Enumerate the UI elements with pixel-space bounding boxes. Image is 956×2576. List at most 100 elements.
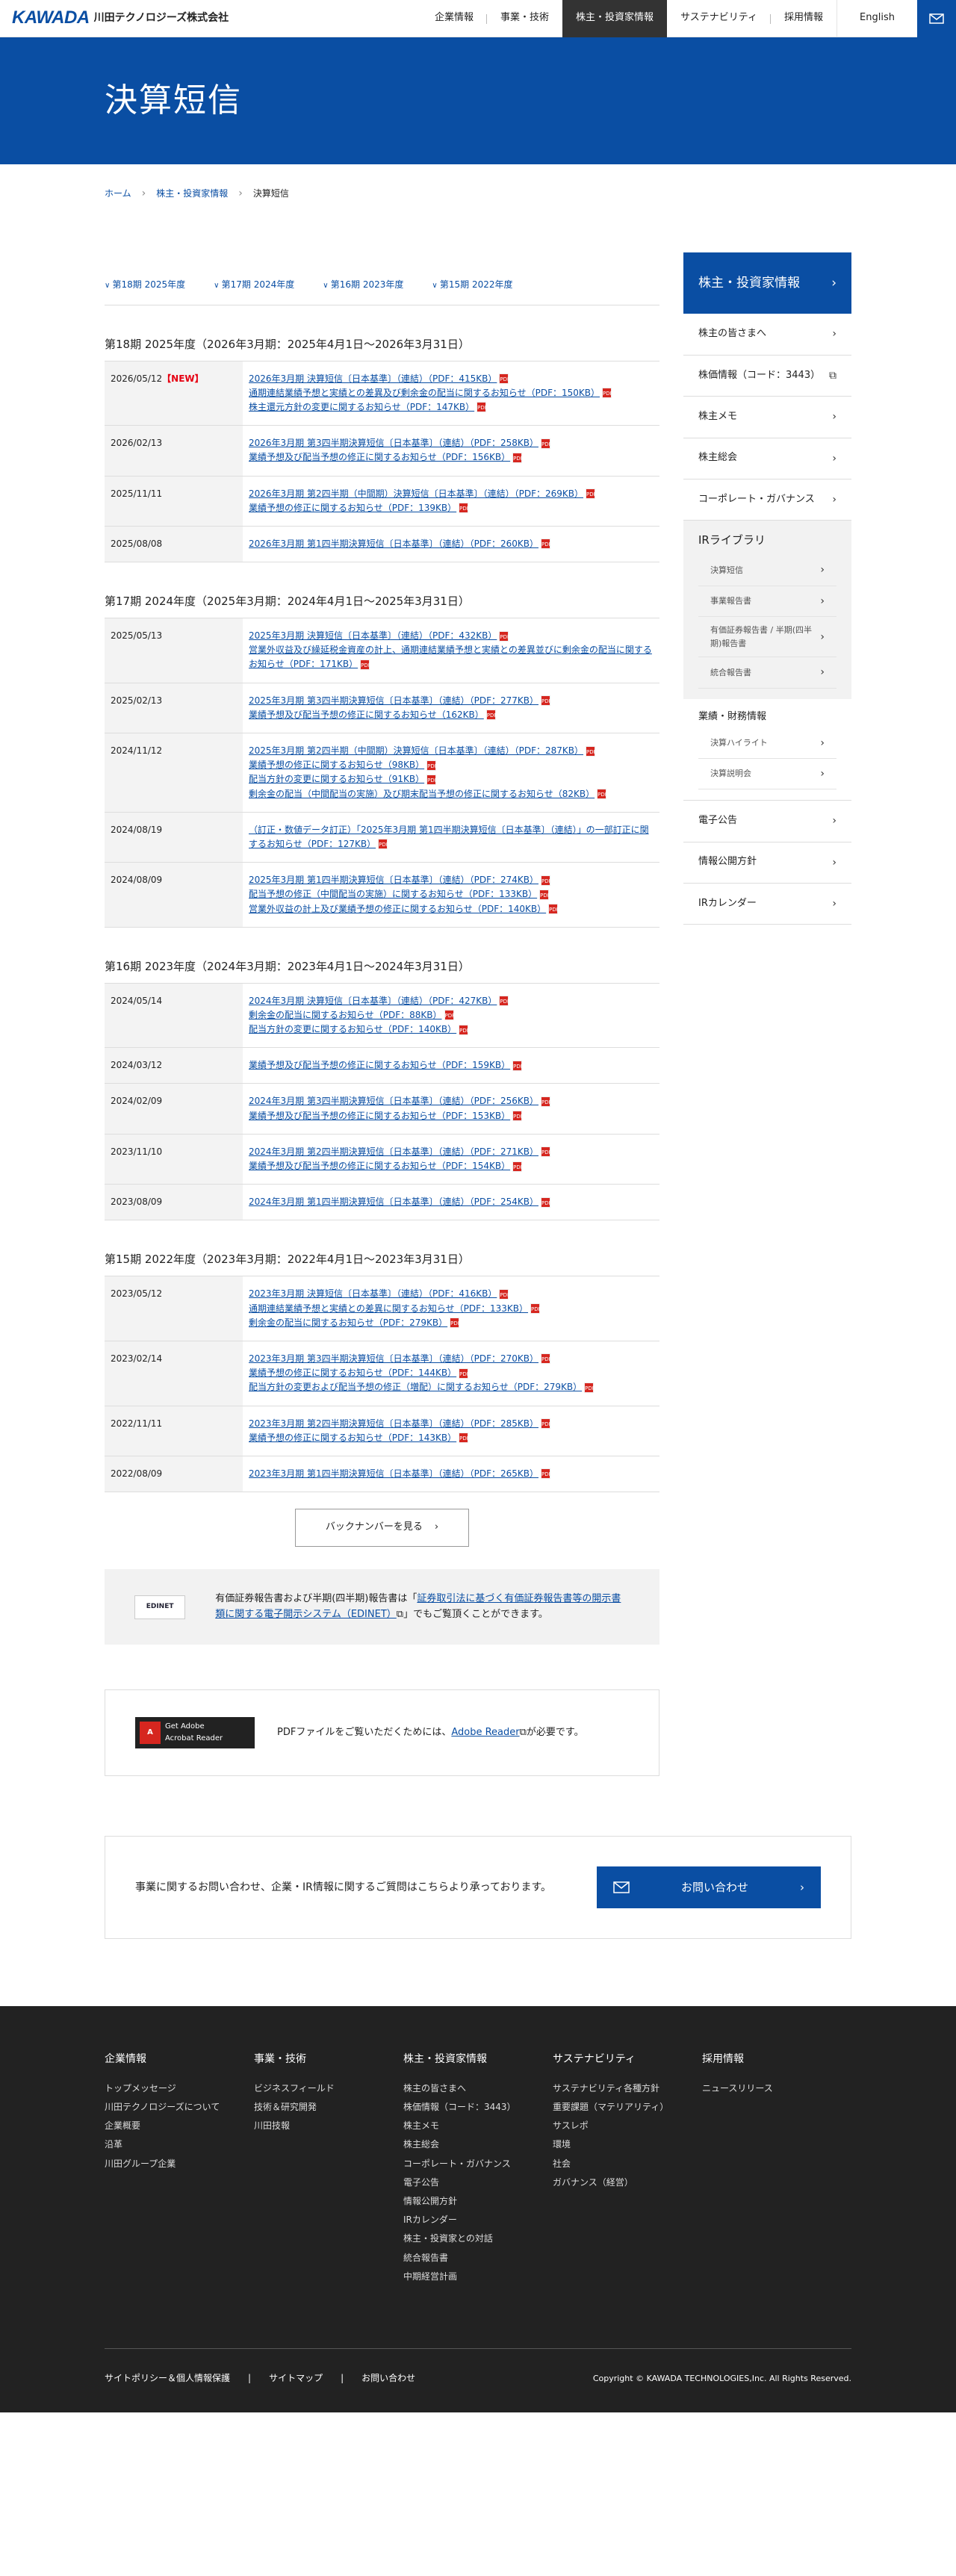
pdf-doc-link[interactable]: 剰余金の配当に関するお知らせ（PDF：88KB）: [249, 1010, 442, 1020]
footer-site-policy[interactable]: サイトポリシー＆個人情報保護: [105, 2371, 230, 2386]
pdf-doc-link[interactable]: 業績予想の修正に関するお知らせ（PDF：139KB）: [249, 503, 456, 513]
pdf-doc-link[interactable]: 業績予想及び配当予想の修正に関するお知らせ（PDF：159KB）: [249, 1060, 510, 1070]
pdf-doc-link[interactable]: 配当方針の変更に関するお知らせ（PDF：140KB）: [249, 1024, 456, 1034]
footer-link[interactable]: 川田テクノロジーズについて: [105, 2100, 254, 2114]
tab-fy17[interactable]: 第17期 2024年度: [214, 278, 295, 292]
pdf-doc-link[interactable]: 配当方針の変更および配当予想の修正（増配）に関するお知らせ（PDF：279KB）: [249, 1382, 582, 1392]
footer-link[interactable]: サステナビリティ各種方針: [553, 2082, 702, 2096]
pdf-doc-link[interactable]: 2026年3月期 第2四半期（中間期）決算短信〔日本基準〕（連結）（PDF：26…: [249, 488, 583, 499]
sidebar-item[interactable]: IRカレンダー ›: [683, 884, 851, 925]
footer-link[interactable]: 重要課題（マテリアリティ）: [553, 2100, 702, 2114]
footer-link[interactable]: 株主総会: [403, 2138, 553, 2152]
pdf-doc-link[interactable]: 業績予想及び配当予想の修正に関するお知らせ（PDF：156KB）: [249, 452, 510, 462]
pdf-doc-link[interactable]: 2025年3月期 決算短信〔日本基準〕（連結）（PDF：432KB）: [249, 630, 497, 641]
pdf-doc-link[interactable]: 2023年3月期 第3四半期決算短信〔日本基準〕（連結）（PDF：270KB）: [249, 1353, 538, 1364]
nav-recruit[interactable]: 採用情報: [771, 0, 836, 37]
footer-link[interactable]: サスレポ: [553, 2119, 702, 2133]
pdf-doc-link[interactable]: 営業外収益及び繰延税金資産の計上、通期連結業績予想と実績との差異並びに剰余金の配…: [249, 645, 652, 669]
pdf-doc-link[interactable]: 配当予想の修正（中間配当の実施）に関するお知らせ（PDF：133KB）: [249, 889, 537, 899]
pdf-doc-link[interactable]: 2026年3月期 決算短信〔日本基準〕（連結）（PDF：415KB）: [249, 373, 497, 384]
footer-link[interactable]: 技術＆研究開発: [254, 2100, 403, 2114]
footer-link[interactable]: ニュースリリース: [702, 2082, 851, 2096]
pdf-doc-link[interactable]: 2023年3月期 第1四半期決算短信〔日本基準〕（連結）（PDF：265KB）: [249, 1468, 538, 1479]
sidebar-item[interactable]: 有価証券報告書 / 半期(四半期)報告書 ›: [698, 617, 836, 658]
footer-link[interactable]: 社会: [553, 2157, 702, 2171]
pdf-doc-link[interactable]: 通期連結業績予想と実績との差異及び剰余金の配当に関するお知らせ（PDF：150K…: [249, 388, 600, 398]
sidebar-item[interactable]: 株主総会 ›: [683, 438, 851, 479]
pdf-doc-link[interactable]: 2025年3月期 第1四半期決算短信〔日本基準〕（連結）（PDF：274KB）: [249, 875, 538, 885]
footer-link[interactable]: IRカレンダー: [403, 2213, 553, 2227]
sidebar-item[interactable]: 電子公告 ›: [683, 801, 851, 842]
breadcrumb-ir[interactable]: 株主・投資家情報: [156, 187, 228, 201]
footer-link[interactable]: 株価情報（コード：3443）: [403, 2100, 553, 2114]
nav-corporate[interactable]: 企業情報: [421, 0, 488, 37]
pdf-doc-link[interactable]: 業績予想及び配当予想の修正に関するお知らせ（PDF：154KB）: [249, 1161, 510, 1171]
footer-link[interactable]: コーポレート・ガバナンス: [403, 2157, 553, 2171]
pdf-doc-link[interactable]: 2023年3月期 第2四半期決算短信〔日本基準〕（連結）（PDF：285KB）: [249, 1418, 538, 1429]
sidebar-item[interactable]: 株主メモ ›: [683, 397, 851, 438]
footer-column-title[interactable]: 事業・技術: [254, 2051, 403, 2067]
footer-column-title[interactable]: 採用情報: [702, 2051, 851, 2067]
sidebar-head[interactable]: 株主・投資家情報 ›: [683, 252, 851, 314]
footer-link[interactable]: ガバナンス（経営）: [553, 2176, 702, 2190]
site-logo[interactable]: KAWADA 川田テクノロジーズ株式会社: [12, 4, 229, 32]
pdf-doc-link[interactable]: 2026年3月期 第1四半期決算短信〔日本基準〕（連結）（PDF：260KB）: [249, 539, 538, 549]
pdf-doc-link[interactable]: 2026年3月期 第3四半期決算短信〔日本基準〕（連結）（PDF：258KB）: [249, 438, 538, 448]
pdf-doc-link[interactable]: 2024年3月期 第2四半期決算短信〔日本基準〕（連結）（PDF：271KB）: [249, 1146, 538, 1157]
pdf-doc-link[interactable]: 営業外収益の計上及び業績予想の修正に関するお知らせ（PDF：140KB）: [249, 904, 546, 914]
footer-link[interactable]: 沿革: [105, 2138, 254, 2152]
sidebar-item[interactable]: 株主の皆さまへ ›: [683, 314, 851, 356]
footer-contact[interactable]: お問い合わせ: [361, 2371, 415, 2386]
pdf-doc-link[interactable]: 株主還元方針の変更に関するお知らせ（PDF：147KB）: [249, 402, 474, 412]
sidebar-item[interactable]: 決算短信 ›: [698, 555, 836, 586]
sidebar-item[interactable]: 決算説明会 ›: [698, 759, 836, 790]
footer-link[interactable]: 川田技報: [254, 2119, 403, 2133]
sidebar-item[interactable]: 事業報告書 ›: [698, 586, 836, 618]
pdf-doc-link[interactable]: 2024年3月期 第3四半期決算短信〔日本基準〕（連結）（PDF：256KB）: [249, 1096, 538, 1106]
acrobat-badge[interactable]: A Get Adobe Acrobat Reader: [135, 1717, 255, 1749]
footer-link[interactable]: 中期経営計画: [403, 2270, 553, 2284]
pdf-doc-link[interactable]: 通期連結業績予想と実績との差異に関するお知らせ（PDF：133KB）: [249, 1303, 528, 1314]
pdf-doc-link[interactable]: 配当方針の変更に関するお知らせ（91KB）: [249, 774, 424, 784]
mail-button[interactable]: [917, 0, 956, 37]
pdf-doc-link[interactable]: （訂正・数値データ訂正）「2025年3月期 第1四半期決算短信〔日本基準〕（連結…: [249, 825, 649, 849]
footer-link[interactable]: 企業概要: [105, 2119, 254, 2133]
footer-link[interactable]: 株主の皆さまへ: [403, 2082, 553, 2096]
footer-column-title[interactable]: 企業情報: [105, 2051, 254, 2067]
footer-link[interactable]: 株主メモ: [403, 2119, 553, 2133]
pdf-doc-link[interactable]: 業績予想及び配当予想の修正に関するお知らせ（PDF：153KB）: [249, 1111, 510, 1121]
footer-link[interactable]: ビジネスフィールド: [254, 2082, 403, 2096]
footer-column-title[interactable]: サステナビリティ: [553, 2051, 702, 2067]
contact-button[interactable]: お問い合わせ ›: [597, 1866, 821, 1909]
pdf-doc-link[interactable]: 剰余金の配当に関するお知らせ（PDF：279KB）: [249, 1318, 447, 1328]
footer-sitemap[interactable]: サイトマップ: [269, 2371, 323, 2386]
breadcrumb-home[interactable]: ホーム: [105, 187, 131, 201]
pdf-doc-link[interactable]: 2024年3月期 第1四半期決算短信〔日本基準〕（連結）（PDF：254KB）: [249, 1197, 538, 1207]
pdf-doc-link[interactable]: 2023年3月期 決算短信〔日本基準〕（連結）（PDF：416KB）: [249, 1288, 497, 1299]
footer-link[interactable]: 川田グループ企業: [105, 2157, 254, 2171]
acrobat-link[interactable]: Adobe Reader: [451, 1727, 519, 1738]
footer-link[interactable]: 統合報告書: [403, 2251, 553, 2265]
nav-business[interactable]: 事業・技術: [487, 0, 562, 37]
sidebar-item[interactable]: 統合報告書 ›: [698, 657, 836, 689]
pdf-doc-link[interactable]: 業績予想及び配当予想の修正に関するお知らせ（162KB）: [249, 710, 484, 720]
sidebar-item[interactable]: コーポレート・ガバナンス ›: [683, 479, 851, 521]
footer-column-title[interactable]: 株主・投資家情報: [403, 2051, 553, 2067]
sidebar-item[interactable]: 情報公開方針 ›: [683, 842, 851, 884]
pdf-doc-link[interactable]: 業績予想の修正に関するお知らせ（PDF：144KB）: [249, 1368, 456, 1378]
nav-ir[interactable]: 株主・投資家情報: [562, 0, 668, 37]
footer-link[interactable]: 情報公開方針: [403, 2194, 553, 2209]
sidebar-item[interactable]: 株価情報（コード：3443） ⧉: [683, 356, 851, 397]
footer-link[interactable]: トップメッセージ: [105, 2082, 254, 2096]
tab-fy18[interactable]: 第18期 2025年度: [105, 278, 186, 292]
pdf-doc-link[interactable]: 剰余金の配当（中間配当の実施）及び期末配当予想の修正に関するお知らせ（82KB）: [249, 789, 595, 799]
pdf-doc-link[interactable]: 2025年3月期 第3四半期決算短信〔日本基準〕（連結）（PDF：277KB）: [249, 695, 538, 706]
tab-fy15[interactable]: 第15期 2022年度: [432, 278, 513, 292]
pdf-doc-link[interactable]: 2025年3月期 第2四半期（中間期）決算短信〔日本基準〕（連結）（PDF：28…: [249, 745, 583, 756]
pdf-doc-link[interactable]: 2024年3月期 決算短信〔日本基準〕（連結）（PDF：427KB）: [249, 996, 497, 1006]
footer-link[interactable]: 環境: [553, 2138, 702, 2152]
nav-english[interactable]: English: [836, 0, 917, 37]
pdf-doc-link[interactable]: 業績予想の修正に関するお知らせ（98KB）: [249, 760, 424, 770]
pdf-doc-link[interactable]: 業績予想の修正に関するお知らせ（PDF：143KB）: [249, 1433, 456, 1443]
footer-link[interactable]: 電子公告: [403, 2176, 553, 2190]
